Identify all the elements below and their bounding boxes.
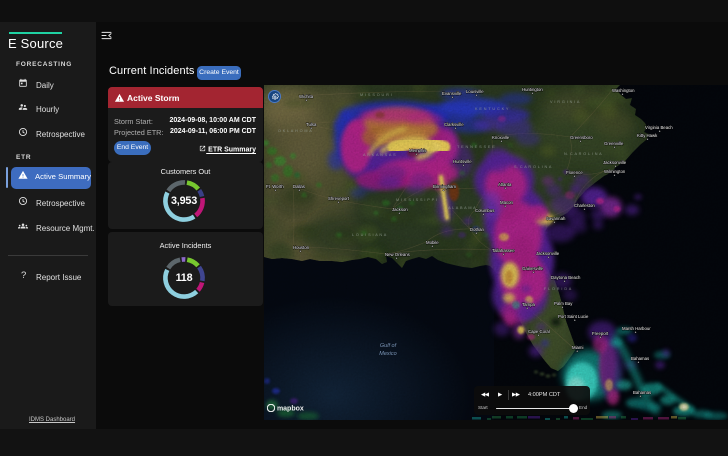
svg-text:Tulsa: Tulsa (306, 122, 317, 127)
svg-text:Bahamas: Bahamas (631, 356, 649, 361)
svg-text:L O U I S I A N A: L O U I S I A N A (352, 233, 387, 237)
svg-text:Huntsville: Huntsville (453, 159, 472, 164)
svg-text:M I S S I S S I P P I: M I S S I S S I P P I (396, 198, 437, 202)
svg-text:Savannah: Savannah (546, 216, 566, 221)
svg-text:O K L A H O M A: O K L A H O M A (278, 129, 312, 133)
svg-text:Houston: Houston (293, 245, 310, 250)
svg-text:A L A B A M A: A L A B A M A (448, 206, 476, 210)
svg-text:Wilmington: Wilmington (604, 169, 626, 174)
svg-text:Marsh Harbour: Marsh Harbour (622, 326, 651, 331)
svg-text:Jacksonville: Jacksonville (603, 160, 627, 165)
svg-text:Florence: Florence (566, 170, 583, 175)
svg-text:Jacksonville: Jacksonville (536, 251, 560, 256)
svg-text:Tampa: Tampa (522, 302, 536, 307)
svg-text:Kitty Hawk: Kitty Hawk (637, 133, 658, 138)
svg-text:Virginia Beach: Virginia Beach (645, 125, 673, 130)
svg-text:M I S S O U R I: M I S S O U R I (360, 93, 392, 97)
svg-text:S. C A R O L I N A: S. C A R O L I N A (514, 165, 552, 169)
svg-text:Knoxville: Knoxville (492, 135, 510, 140)
svg-text:F L O R I D A: F L O R I D A (544, 287, 572, 291)
svg-text:Shreveport: Shreveport (328, 196, 350, 201)
svg-text:Huntington: Huntington (522, 87, 543, 92)
svg-text:N. C A R O L I N A: N. C A R O L I N A (564, 152, 602, 156)
svg-text:New Orleans: New Orleans (385, 252, 410, 257)
svg-text:V I R G I N I A: V I R G I N I A (550, 100, 580, 104)
svg-text:Palm Bay: Palm Bay (554, 301, 573, 306)
svg-text:Evansville: Evansville (442, 91, 462, 96)
svg-text:Gainesville: Gainesville (522, 266, 544, 271)
svg-text:Mobile: Mobile (426, 240, 439, 245)
svg-text:Columbus: Columbus (475, 208, 494, 213)
svg-text:Dallas: Dallas (293, 184, 305, 189)
svg-text:Bahamas: Bahamas (633, 390, 651, 395)
svg-text:T E N N E S S E E: T E N N E S S E E (457, 145, 495, 149)
svg-text:Macon: Macon (500, 200, 514, 205)
svg-text:Mexico: Mexico (379, 351, 396, 357)
svg-text:Freeport: Freeport (592, 331, 609, 336)
svg-text:Jackson: Jackson (392, 207, 408, 212)
svg-text:Cape Coral: Cape Coral (528, 329, 550, 334)
svg-text:Memphis: Memphis (409, 148, 426, 153)
svg-text:Miami: Miami (572, 345, 584, 350)
svg-text:A R K A N S A S: A R K A N S A S (363, 153, 396, 157)
svg-text:Ft. Worth: Ft. Worth (266, 184, 284, 189)
svg-text:K E N T U C K Y: K E N T U C K Y (475, 107, 509, 111)
svg-text:Gulf of: Gulf of (380, 343, 397, 349)
svg-text:Charleston: Charleston (574, 203, 595, 208)
svg-text:Clarksville: Clarksville (444, 122, 464, 127)
svg-text:Tallahassee: Tallahassee (492, 248, 515, 253)
svg-text:Dothan: Dothan (470, 227, 484, 232)
svg-text:Washington: Washington (612, 88, 635, 93)
svg-text:Port Saint Lucie: Port Saint Lucie (558, 314, 589, 319)
svg-text:Birmingham: Birmingham (433, 184, 456, 189)
svg-text:Greensboro: Greensboro (570, 135, 593, 140)
svg-text:Atlanta: Atlanta (498, 182, 512, 187)
svg-text:Greenville: Greenville (604, 141, 624, 146)
svg-text:Louisville: Louisville (466, 89, 484, 94)
svg-text:Wichita: Wichita (299, 94, 314, 99)
svg-text:Daytona Beach: Daytona Beach (551, 275, 581, 280)
